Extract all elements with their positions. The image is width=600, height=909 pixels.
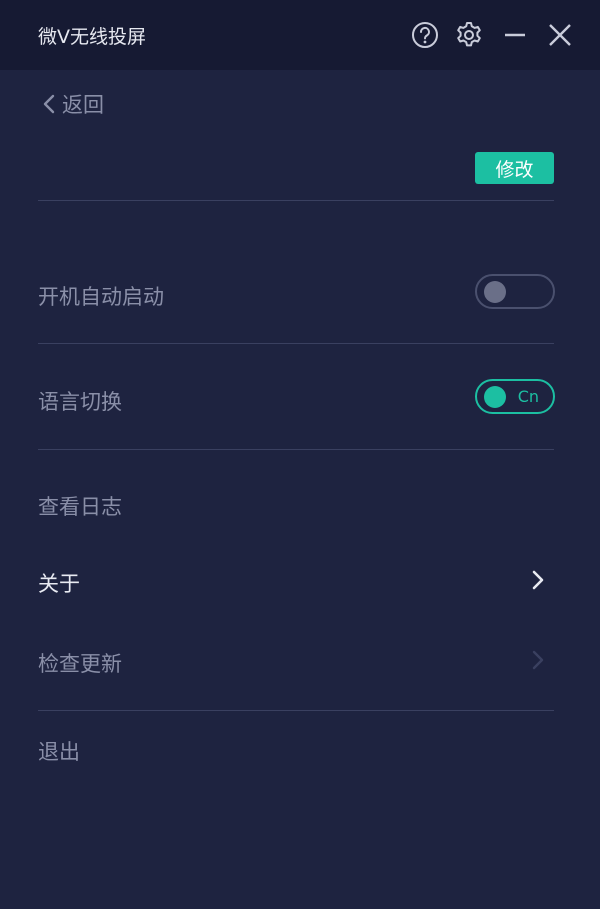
language-value: Cn — [517, 387, 539, 406]
divider — [38, 449, 554, 450]
autostart-label: 开机自动启动 — [38, 285, 164, 309]
chevron-right-icon[interactable] — [528, 568, 548, 592]
modify-button[interactable]: 修改 — [475, 152, 554, 184]
toggle-knob — [484, 281, 506, 303]
back-button[interactable]: 返回 — [42, 88, 104, 120]
close-icon[interactable] — [543, 18, 577, 52]
logout-item[interactable]: 退出 — [38, 736, 80, 766]
chevron-right-icon[interactable] — [528, 648, 548, 672]
toggle-knob — [484, 386, 506, 408]
back-label: 返回 — [62, 93, 104, 117]
app-title: 微V无线投屏 — [38, 26, 146, 48]
divider — [38, 343, 554, 344]
language-label: 语言切换 — [38, 390, 122, 414]
autostart-toggle[interactable] — [475, 274, 555, 309]
check-update-item[interactable]: 检查更新 — [38, 648, 122, 678]
title-bar: 微V无线投屏 — [0, 0, 600, 70]
help-icon[interactable] — [408, 18, 442, 52]
chevron-left-icon — [43, 94, 55, 114]
language-toggle[interactable]: Cn — [475, 379, 555, 414]
about-item[interactable]: 关于 — [38, 568, 80, 598]
divider — [38, 710, 554, 711]
gear-icon[interactable] — [452, 18, 486, 52]
divider — [38, 200, 554, 201]
view-logs-item[interactable]: 查看日志 — [38, 491, 122, 521]
minimize-icon[interactable] — [498, 18, 532, 52]
